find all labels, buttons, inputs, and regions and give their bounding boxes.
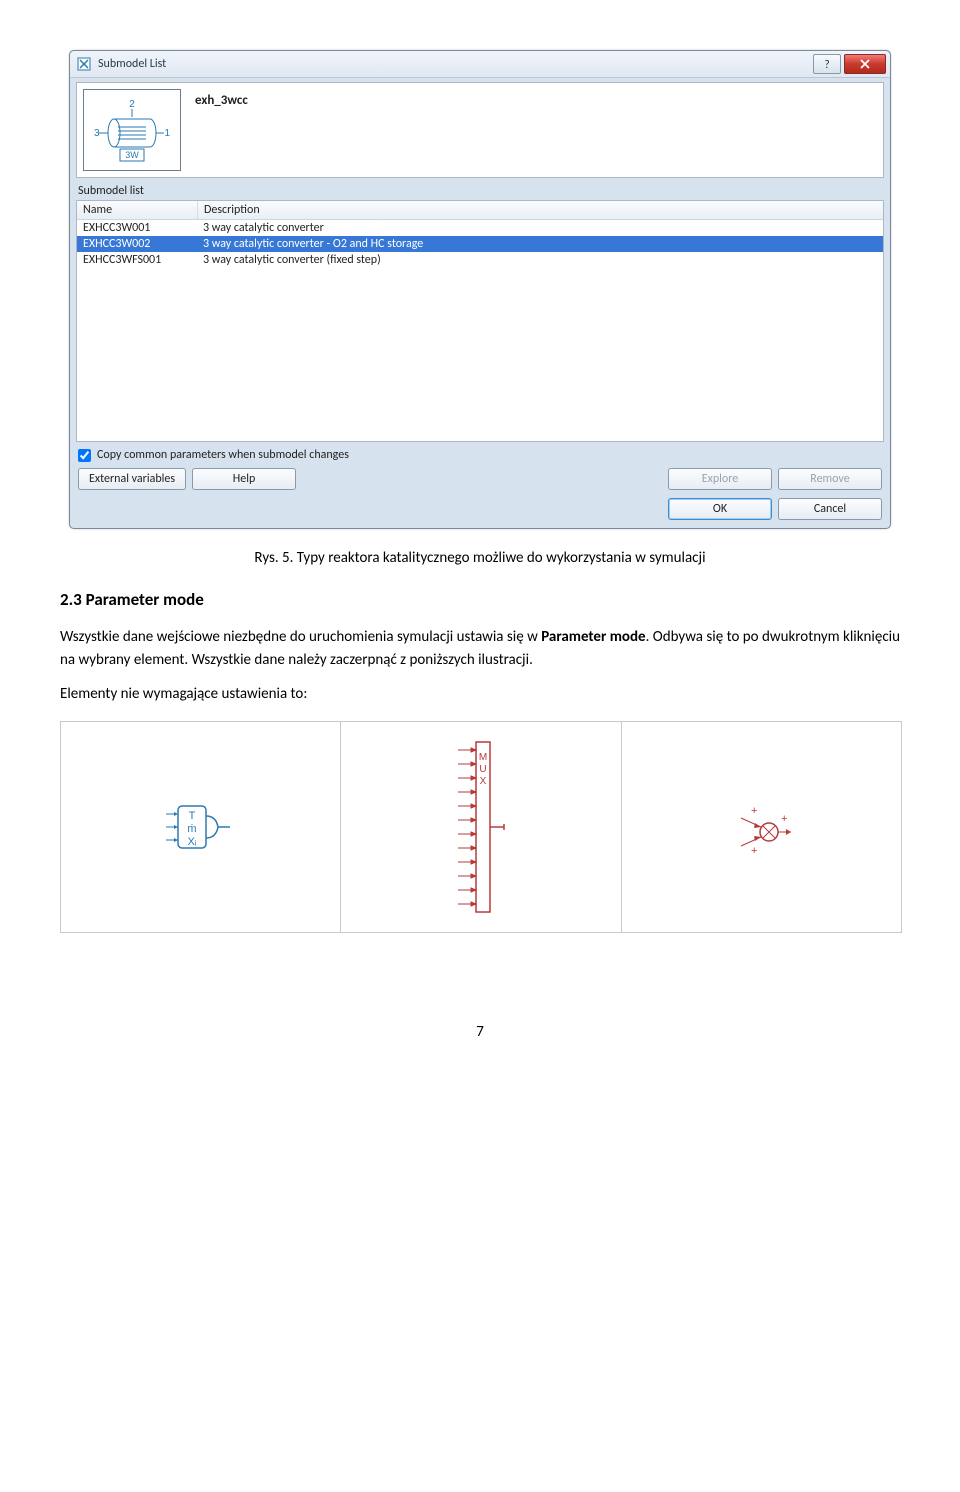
component-cell-2: M U X [341,722,621,932]
svg-text:X: X [480,776,487,787]
app-icon [76,56,92,72]
remove-button[interactable]: Remove [778,468,882,490]
sensor-block-icon: T ṁ Xᵢ [156,792,246,862]
svg-text:+: + [751,805,757,817]
copy-params-checkbox[interactable] [78,449,91,462]
svg-text:2: 2 [129,99,135,110]
copy-params-label: Copy common parameters when submodel cha… [97,448,349,462]
svg-text:ṁ: ṁ [187,823,196,835]
component-thumbnail: 2 3 1 3W [83,89,181,171]
list-row[interactable]: EXHCC3W001 3 way catalytic converter [77,220,883,236]
explore-button[interactable]: Explore [668,468,772,490]
submodel-list: Name Description EXHCC3W001 3 way cataly… [76,200,884,442]
page-number: 7 [60,1023,900,1041]
svg-text:Xᵢ: Xᵢ [187,836,196,848]
external-variables-button[interactable]: External variables [78,468,186,490]
svg-text:U: U [479,764,486,775]
svg-text:T: T [188,810,195,822]
list-row[interactable]: EXHCC3WFS001 3 way catalytic converter (… [77,252,883,268]
svg-text:3: 3 [94,128,100,139]
titlebar: Submodel List ? [70,51,890,78]
svg-text:1: 1 [164,128,170,139]
col-name[interactable]: Name [77,201,198,219]
body-paragraph-2: Elementy nie wymagające ustawienia to: [60,685,900,703]
dialog-title: Submodel List [98,57,166,71]
copy-params-row[interactable]: Copy common parameters when submodel cha… [76,442,884,466]
component-cell-1: T ṁ Xᵢ [61,722,341,932]
help-titlebar-button[interactable]: ? [813,54,841,74]
close-button[interactable] [844,54,886,74]
svg-text:+: + [781,813,787,825]
ok-button[interactable]: OK [668,498,772,520]
help-button[interactable]: Help [192,468,296,490]
component-cell-3: + + + [622,722,901,932]
svg-text:+: + [751,845,757,857]
submodel-list-label: Submodel list [76,180,884,200]
list-header-row: Name Description [77,201,883,220]
component-preview-panel: 2 3 1 3W [76,82,884,178]
figure-caption: Rys. 5. Typy reaktora katalitycznego moż… [60,549,900,567]
submodel-list-dialog: Submodel List ? 2 [69,50,891,529]
mux-block-icon: M U X [446,732,516,922]
svg-text:M: M [479,752,487,763]
list-row[interactable]: EXHCC3W002 3 way catalytic converter - O… [77,236,883,252]
cancel-button[interactable]: Cancel [778,498,882,520]
component-table: T ṁ Xᵢ M U X [60,721,902,933]
body-paragraph: Wszystkie dane wejściowe niezbędne do ur… [60,626,900,671]
section-heading: 2.3 Parameter mode [60,589,900,610]
svg-text:3W: 3W [125,150,139,160]
component-name: exh_3wcc [195,89,248,108]
col-description[interactable]: Description [198,201,883,219]
summer-block-icon: + + + [721,792,801,862]
